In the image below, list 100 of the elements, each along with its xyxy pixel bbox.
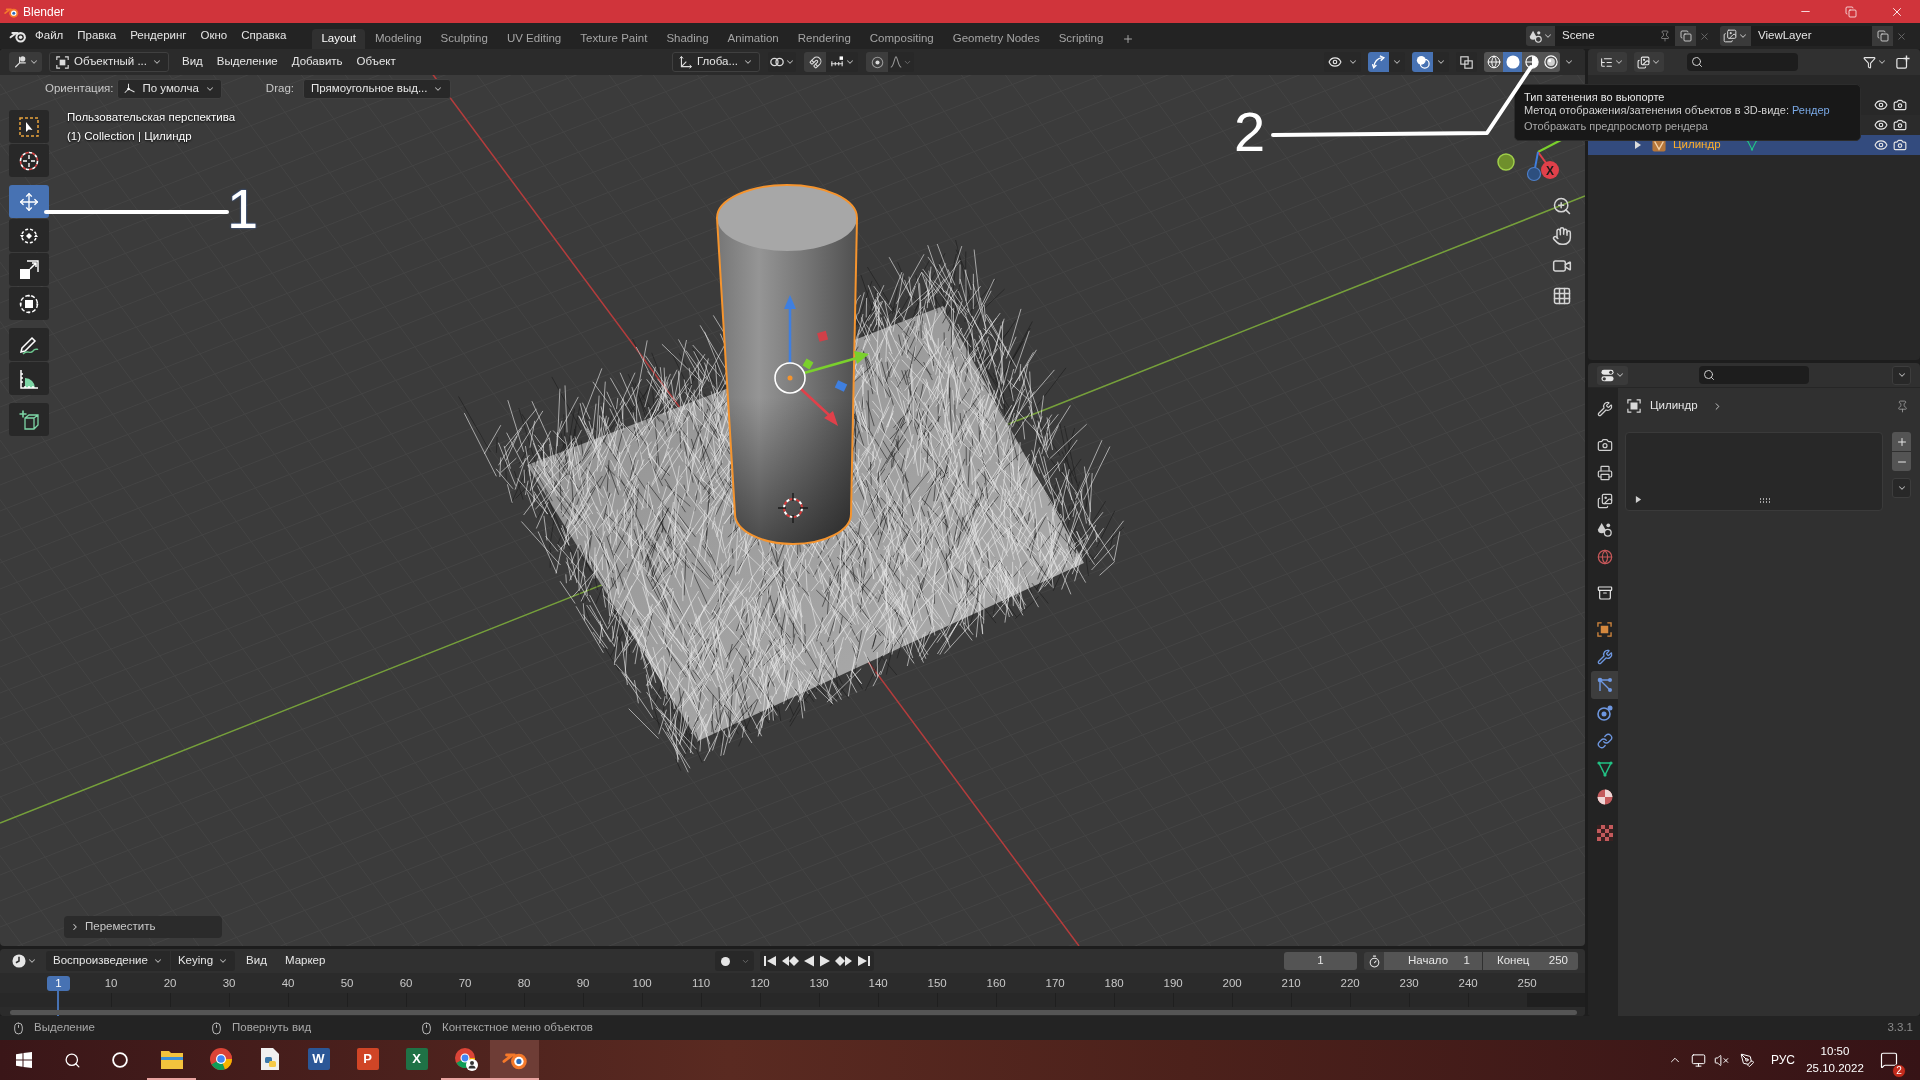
blender-logo-icon[interactable] <box>9 29 27 43</box>
workspace-tab[interactable]: Geometry Nodes <box>943 29 1049 49</box>
measure-tool[interactable] <box>9 362 49 395</box>
taskbar-app[interactable]: P <box>343 1040 392 1080</box>
timeline-dropdown[interactable]: Воспроизведение <box>46 951 170 971</box>
language-indicator[interactable]: РУС <box>1762 1040 1803 1080</box>
grid-icon[interactable] <box>1552 286 1572 306</box>
timeline-menu[interactable]: Маркер <box>277 951 333 971</box>
header-menu[interactable]: Выделение <box>209 52 285 72</box>
taskbar-app[interactable]: W <box>294 1040 343 1080</box>
expand-arrow-icon[interactable] <box>1634 141 1642 149</box>
add-cube-tool[interactable] <box>9 403 49 436</box>
workspace-tab[interactable]: Sculpting <box>431 29 497 49</box>
cursor-tool[interactable] <box>9 144 49 177</box>
play-reverse-icon[interactable] <box>802 955 815 967</box>
shading-mode-button[interactable] <box>1541 52 1560 72</box>
last-operator-panel[interactable]: Переместить <box>64 916 222 938</box>
previous-keyframe-icon[interactable] <box>780 955 799 967</box>
snap-toggle[interactable] <box>804 52 827 72</box>
link-icon <box>1596 733 1613 749</box>
orientation-dropdown[interactable]: По умолча <box>117 79 222 99</box>
header-menu[interactable]: Добавить <box>284 52 350 72</box>
taskbar-app[interactable]: X <box>392 1040 441 1080</box>
select-box-tool[interactable] <box>9 110 49 143</box>
camera-icon[interactable] <box>1893 118 1907 132</box>
menu-item[interactable]: Рендеринг <box>123 26 194 46</box>
clock-date[interactable]: 25.10.2022 <box>1806 1060 1864 1077</box>
scale-tool[interactable] <box>9 253 49 286</box>
shading-mode-button[interactable] <box>1503 52 1522 72</box>
add-button[interactable] <box>1892 432 1911 451</box>
camera-icon[interactable] <box>1893 98 1907 112</box>
current-frame-field[interactable]: 1 <box>1284 952 1357 970</box>
transform-tool[interactable] <box>9 287 49 320</box>
drag-dropdown[interactable]: Прямоугольное выд... <box>303 79 452 99</box>
workspace-tab[interactable]: Compositing <box>860 29 943 49</box>
preview-range-toggle[interactable] <box>1364 952 1384 970</box>
shading-mode-button[interactable] <box>1522 52 1541 72</box>
editor-type-button[interactable] <box>1597 52 1627 72</box>
particles-tab[interactable] <box>1591 671 1618 699</box>
transform-orientation-dropdown[interactable]: Глоба... <box>671 52 761 72</box>
view-layer-browse-button[interactable] <box>1720 26 1751 46</box>
workspace-tab[interactable]: Rendering <box>788 29 860 49</box>
workspace-tab[interactable]: Texture Paint <box>571 29 657 49</box>
rotate-tool[interactable] <box>9 219 49 252</box>
menu-item[interactable]: Окно <box>193 26 235 46</box>
move-tool[interactable] <box>9 185 49 218</box>
overlay-toggle[interactable] <box>1412 52 1433 72</box>
header-menu[interactable]: Вид <box>175 52 210 72</box>
workspace-tab[interactable]: Shading <box>657 29 718 49</box>
timeline-scrollbar[interactable] <box>10 1010 1577 1015</box>
shading-mode-button[interactable] <box>1484 52 1503 72</box>
menu-item[interactable]: Файл <box>28 26 71 46</box>
menu-item[interactable]: Справка <box>234 26 294 46</box>
annotate-tool[interactable] <box>9 328 49 361</box>
workspace-tab[interactable]: Layout <box>312 29 365 49</box>
display-mode-button[interactable] <box>1634 52 1664 72</box>
workspace-tab[interactable]: Modeling <box>365 29 431 49</box>
expand-arrow-icon[interactable] <box>1635 496 1642 503</box>
view-layer-field[interactable]: ViewLayer <box>1751 26 1872 46</box>
editor-type-button[interactable] <box>1597 365 1628 385</box>
eye-icon[interactable] <box>1874 118 1888 132</box>
next-keyframe-icon[interactable] <box>834 955 853 967</box>
scene-browse-button[interactable] <box>1526 26 1555 46</box>
play-icon[interactable] <box>818 955 831 967</box>
duplicate-button[interactable] <box>1675 26 1696 46</box>
camera-icon[interactable] <box>1893 138 1907 152</box>
header-menu[interactable]: Объект <box>349 52 403 72</box>
hand-icon[interactable] <box>1552 226 1572 246</box>
scene-name-field[interactable]: Scene <box>1555 26 1675 46</box>
workspace-tab[interactable]: Scripting <box>1049 29 1113 49</box>
timeline-dropdown[interactable]: Keying <box>170 951 236 971</box>
proportional-toggle[interactable] <box>866 52 889 72</box>
zoom-icon[interactable] <box>1552 196 1572 216</box>
workspace-tab[interactable]: Animation <box>718 29 788 49</box>
end-frame-field[interactable]: Конец 250 <box>1483 952 1578 970</box>
workspace-tab[interactable]: UV Editing <box>497 29 571 49</box>
search-field[interactable] <box>1699 366 1809 384</box>
clock-time[interactable]: 10:50 <box>1820 1043 1850 1060</box>
eye-icon[interactable] <box>1874 98 1888 112</box>
search-field[interactable] <box>1687 53 1798 71</box>
new-collection-icon[interactable] <box>1896 55 1910 69</box>
pin-icon[interactable] <box>1896 399 1909 413</box>
pivot-dropdown[interactable] <box>768 52 797 72</box>
playhead-frame[interactable]: 1 <box>47 976 70 991</box>
timeline-menu[interactable]: Вид <box>239 951 274 971</box>
gizmo-toggle[interactable] <box>1368 52 1389 72</box>
taskbar-app[interactable] <box>490 1040 539 1080</box>
falloff-dropdown[interactable] <box>888 52 915 72</box>
x-axis-handle[interactable]: X <box>1541 161 1559 179</box>
duplicate-button[interactable] <box>1872 26 1893 46</box>
editor-type-button[interactable] <box>9 52 42 72</box>
remove-button[interactable] <box>1892 452 1911 471</box>
resize-grip-icon[interactable] <box>1759 498 1771 503</box>
start-frame-field[interactable]: Начало 1 <box>1384 952 1482 970</box>
jump-end-icon[interactable] <box>856 955 871 967</box>
jump-start-icon[interactable] <box>762 955 777 967</box>
menu-item[interactable]: Правка <box>70 26 124 46</box>
mode-dropdown[interactable]: Объектный ... <box>49 52 169 72</box>
eye-icon[interactable] <box>1874 138 1888 152</box>
notifications-icon[interactable] <box>1880 1051 1898 1069</box>
